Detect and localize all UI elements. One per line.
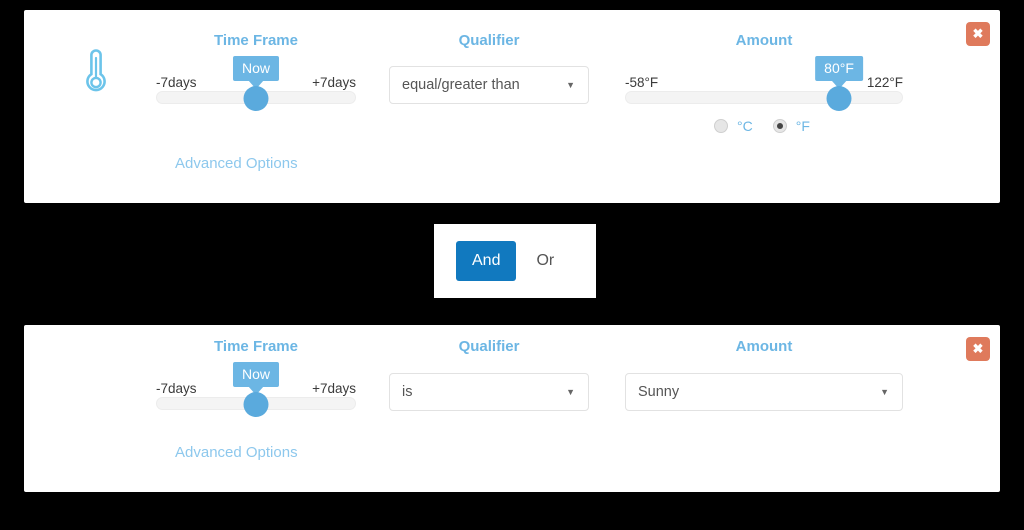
time-frame-min-label: -7days bbox=[156, 75, 197, 90]
condition-panel-temperature: ✖ Time Frame -7days +7days Now Qualifier… bbox=[24, 10, 1000, 203]
radio-fahrenheit[interactable] bbox=[772, 119, 787, 133]
radio-celsius[interactable] bbox=[714, 119, 728, 133]
advanced-options-link[interactable]: Advanced Options bbox=[175, 155, 298, 172]
chevron-down-icon: ▼ bbox=[566, 386, 575, 397]
time-frame-slider[interactable]: -7days +7days Now bbox=[156, 56, 356, 111]
amount-select-value: Sunny bbox=[638, 384, 680, 400]
time-frame-max-label: +7days bbox=[312, 75, 356, 90]
time-frame-value-bubble: Now bbox=[232, 362, 280, 395]
amount-max-label: 122°F bbox=[866, 75, 903, 90]
time-frame-slider[interactable]: -7days +7days Now bbox=[156, 362, 356, 417]
chevron-down-icon: ▼ bbox=[566, 79, 575, 90]
qualifier-title: Qualifier bbox=[458, 338, 520, 355]
time-frame-max-label: +7days bbox=[312, 381, 356, 396]
close-icon[interactable]: ✖ bbox=[966, 22, 990, 46]
logic-or-button[interactable]: Or bbox=[536, 252, 554, 270]
amount-value-bubble: 80°F bbox=[815, 56, 863, 89]
unit-radio-group: °C °F bbox=[714, 118, 821, 134]
time-frame-slider-track[interactable] bbox=[156, 86, 356, 111]
qualifier-select[interactable]: equal/greater than ▼ bbox=[389, 66, 589, 104]
thermometer-icon bbox=[68, 42, 124, 98]
time-frame-title: Time Frame bbox=[214, 32, 298, 49]
amount-slider-handle[interactable] bbox=[826, 86, 852, 111]
close-icon[interactable]: ✖ bbox=[966, 337, 990, 361]
qualifier-select-value: equal/greater than bbox=[402, 77, 520, 93]
time-frame-slider-handle[interactable] bbox=[243, 392, 269, 417]
radio-fahrenheit-label: °F bbox=[795, 118, 810, 134]
radio-celsius-label: °C bbox=[737, 118, 753, 134]
screen-root: ✖ Time Frame -7days +7days Now Qualifier… bbox=[0, 0, 1024, 530]
chevron-down-icon: ▼ bbox=[880, 386, 889, 397]
amount-min-label: -58°F bbox=[625, 75, 659, 90]
time-frame-value-bubble: Now bbox=[232, 56, 280, 89]
logic-operator-box: And Or bbox=[434, 224, 596, 298]
amount-slider[interactable]: -58°F 122°F 80°F bbox=[625, 56, 903, 111]
time-frame-slider-track[interactable] bbox=[156, 392, 356, 417]
time-frame-title: Time Frame bbox=[214, 338, 298, 355]
time-frame-min-label: -7days bbox=[156, 381, 197, 396]
qualifier-title: Qualifier bbox=[458, 32, 520, 49]
amount-title: Amount bbox=[735, 32, 793, 49]
thermometer-icon-svg bbox=[86, 49, 106, 92]
qualifier-select[interactable]: is ▼ bbox=[389, 373, 589, 411]
qualifier-select-value: is bbox=[402, 384, 413, 400]
time-frame-slider-handle[interactable] bbox=[243, 86, 269, 111]
condition-panel-sky: ✖ Time Frame -7days +7days Now Qualifier… bbox=[24, 325, 1000, 492]
amount-slider-track[interactable] bbox=[625, 86, 903, 111]
advanced-options-link[interactable]: Advanced Options bbox=[175, 444, 298, 461]
amount-select[interactable]: Sunny ▼ bbox=[625, 373, 903, 411]
amount-title: Amount bbox=[735, 338, 793, 355]
logic-and-button[interactable]: And bbox=[456, 241, 517, 281]
